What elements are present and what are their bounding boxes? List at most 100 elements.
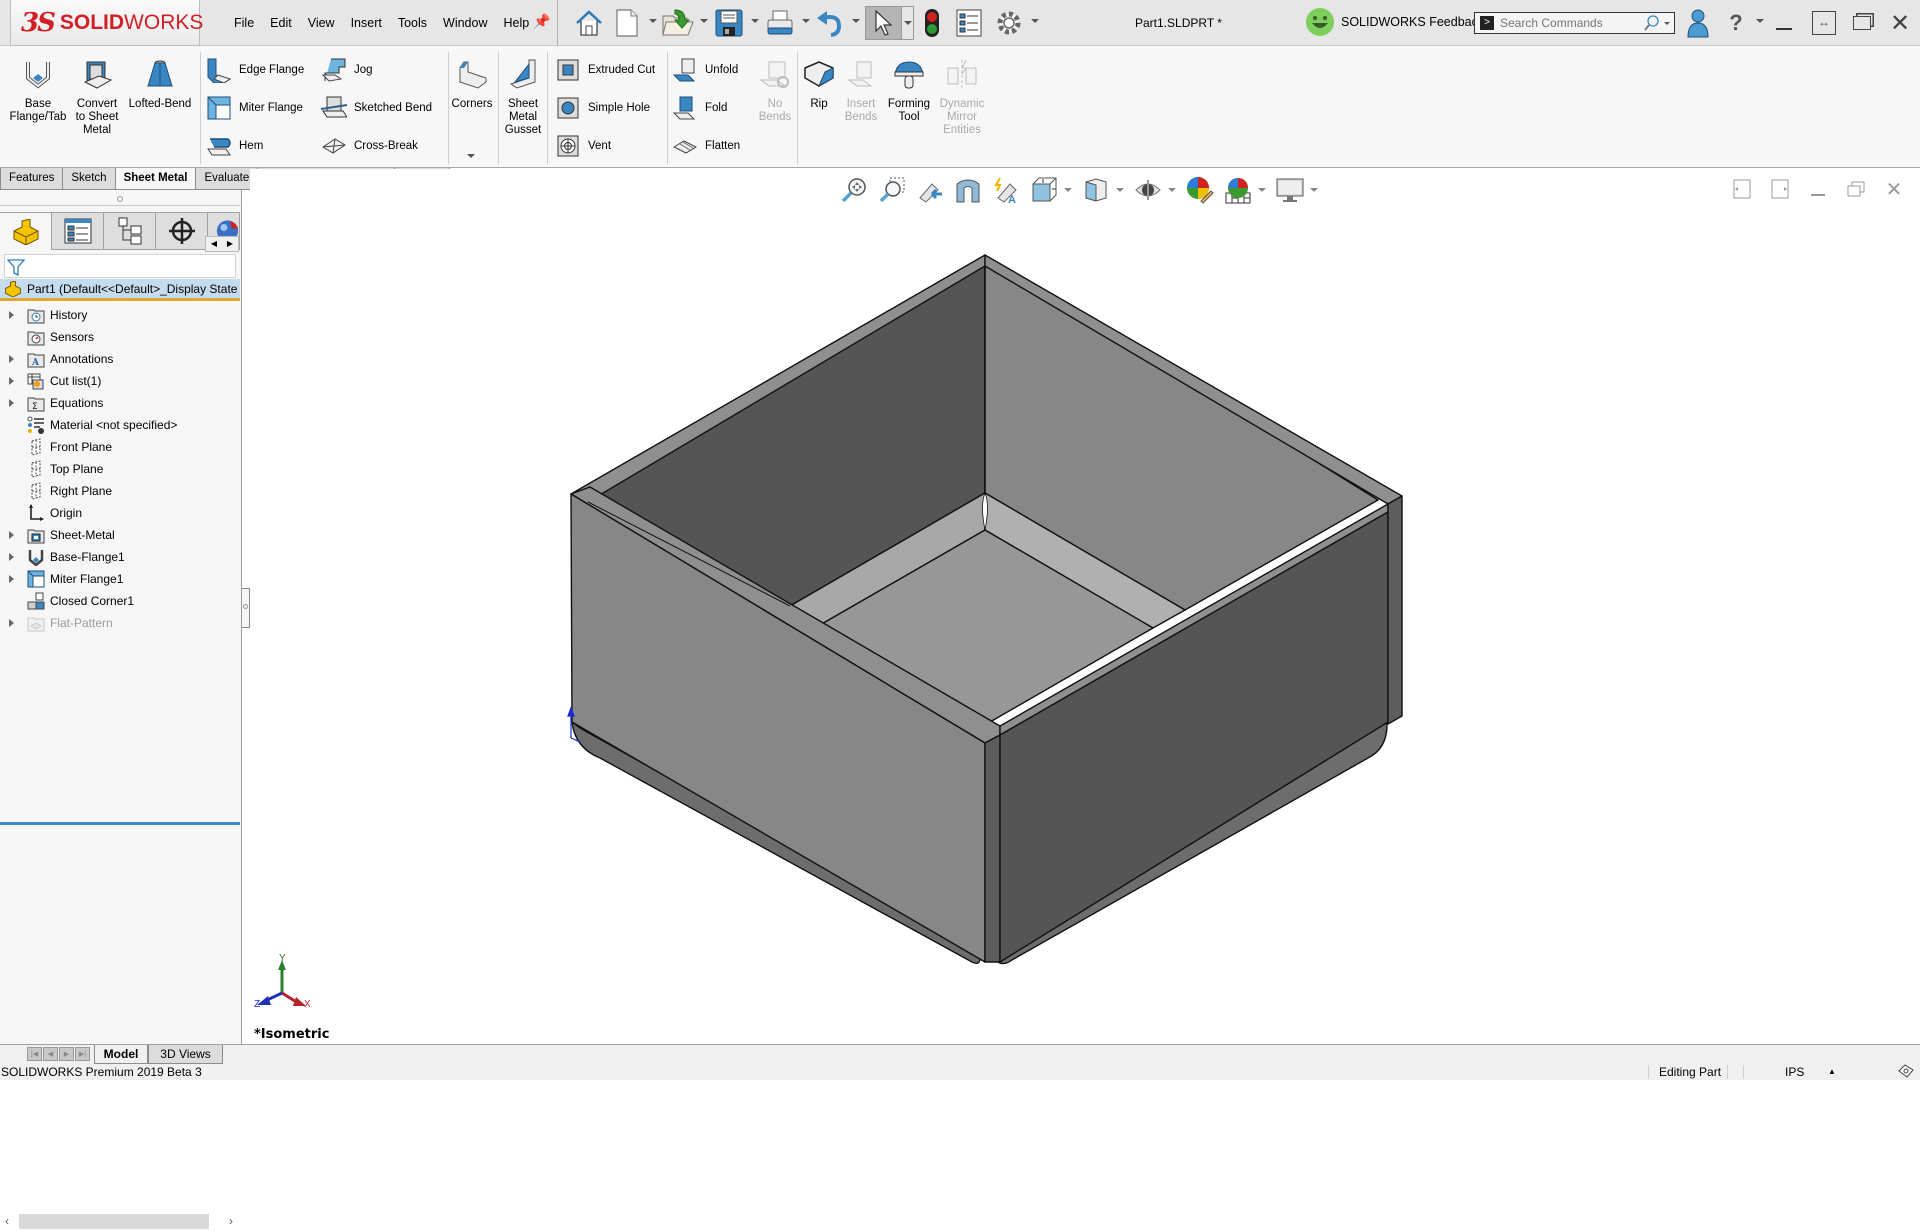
rebuild-button[interactable] bbox=[923, 7, 941, 39]
tree-item-sensors[interactable]: Sensors bbox=[0, 326, 240, 348]
convert-to-sheet-metal-button[interactable]: Convert to Sheet Metal bbox=[71, 58, 123, 137]
minimize-button[interactable] bbox=[1768, 8, 1800, 38]
extruded-cut-button[interactable]: Extruded Cut bbox=[555, 56, 655, 84]
menu-edit[interactable]: Edit bbox=[262, 14, 300, 32]
zoom-to-fit-button[interactable] bbox=[838, 174, 870, 206]
menu-tools[interactable]: Tools bbox=[390, 14, 435, 32]
lofted-bend-button[interactable]: Lofted-Bend bbox=[126, 58, 194, 111]
search-icon[interactable] bbox=[1644, 15, 1660, 31]
save-dropdown[interactable] bbox=[751, 19, 759, 23]
section-view-button[interactable] bbox=[952, 174, 984, 206]
viewport-collapse-right-button[interactable] bbox=[1769, 178, 1791, 200]
search-commands-input[interactable] bbox=[1500, 16, 1640, 30]
options-dropdown[interactable] bbox=[1031, 19, 1039, 23]
tree-item-material-not-specified[interactable]: Material <not specified> bbox=[0, 414, 240, 436]
expand-arrow-icon[interactable] bbox=[9, 575, 14, 583]
tree-item-base-flange1[interactable]: Base-Flange1 bbox=[0, 546, 240, 568]
open-dropdown[interactable] bbox=[700, 19, 708, 23]
edit-appearance-button[interactable] bbox=[1184, 174, 1216, 206]
miter-flange-button[interactable]: Miter Flange bbox=[206, 94, 303, 122]
no-bends-button[interactable]: No Bends bbox=[757, 58, 793, 124]
corners-button[interactable]: Corners bbox=[451, 58, 493, 111]
configurationmanager-tab[interactable] bbox=[104, 212, 156, 250]
viewport-restore-button[interactable] bbox=[1845, 178, 1867, 200]
next-tab-icon[interactable]: ▶ bbox=[59, 1047, 74, 1061]
view-settings-dropdown[interactable] bbox=[1310, 188, 1318, 192]
display-style-button[interactable] bbox=[1080, 174, 1112, 206]
select-dropdown[interactable] bbox=[902, 6, 914, 40]
tree-filter-box[interactable] bbox=[4, 254, 236, 278]
tab-3d-views[interactable]: 3D Views bbox=[148, 1045, 223, 1064]
graphics-area[interactable]: Y X Z bbox=[250, 169, 1920, 1044]
tab-features[interactable]: Features bbox=[0, 168, 64, 190]
search-dropdown[interactable] bbox=[1664, 21, 1670, 25]
tree-item-origin[interactable]: Origin bbox=[0, 502, 240, 524]
status-popup-icon[interactable] bbox=[1897, 1063, 1915, 1083]
tab-sketch[interactable]: Sketch bbox=[63, 168, 116, 190]
tree-item-miter-flange1[interactable]: Miter Flange1 bbox=[0, 568, 240, 590]
vent-button[interactable]: Vent bbox=[555, 132, 611, 160]
viewport-close-button[interactable]: ✕ bbox=[1883, 178, 1905, 201]
expand-arrow-icon[interactable] bbox=[9, 355, 14, 363]
tree-item-sheet-metal[interactable]: Sheet-Metal bbox=[0, 524, 240, 546]
model-viewport[interactable]: Y X Z bbox=[250, 169, 1920, 1044]
dimxpertmanager-tab[interactable] bbox=[156, 212, 208, 250]
expand-arrow-icon[interactable] bbox=[9, 619, 14, 627]
menu-view[interactable]: View bbox=[300, 14, 343, 32]
menu-file[interactable]: File bbox=[226, 14, 262, 32]
menu-window[interactable]: Window bbox=[435, 14, 495, 32]
sheet-metal-box-model[interactable] bbox=[570, 254, 1403, 965]
tab-scroll-arrows[interactable]: ◀ ▶ bbox=[205, 236, 239, 252]
menu-insert[interactable]: Insert bbox=[343, 14, 390, 32]
previous-view-button[interactable] bbox=[914, 174, 946, 206]
unfold-button[interactable]: Unfold bbox=[672, 56, 738, 84]
tree-item-annotations[interactable]: A Annotations bbox=[0, 348, 240, 370]
sketched-bend-button[interactable]: Sketched Bend bbox=[321, 94, 432, 122]
user-account-button[interactable] bbox=[1682, 8, 1714, 38]
select-button[interactable] bbox=[865, 6, 902, 40]
fold-button[interactable]: Fold bbox=[672, 94, 727, 122]
dynamic-annotation-views-button[interactable]: A bbox=[990, 174, 1022, 206]
display-style-dropdown[interactable] bbox=[1116, 188, 1124, 192]
tab-sheet-metal[interactable]: Sheet Metal bbox=[115, 168, 197, 190]
scrollbar-thumb[interactable] bbox=[19, 1214, 209, 1229]
solidworks-logo[interactable]: 3S SOLID WORKS bbox=[10, 0, 203, 46]
view-settings-button[interactable] bbox=[1274, 174, 1306, 206]
tab-model[interactable]: Model bbox=[94, 1045, 148, 1064]
forming-tool-button[interactable]: Forming Tool bbox=[884, 58, 934, 124]
new-document-button[interactable] bbox=[614, 7, 640, 39]
dynamic-mirror-entities-button[interactable]: Dynamic Mirror Entities bbox=[936, 58, 988, 137]
help-button[interactable]: ? bbox=[1720, 8, 1752, 38]
propertymanager-tab[interactable] bbox=[52, 212, 104, 250]
tree-item-closed-corner1[interactable]: Closed Corner1 bbox=[0, 590, 240, 612]
expand-arrow-icon[interactable] bbox=[9, 399, 14, 407]
undo-button[interactable] bbox=[815, 7, 845, 39]
tree-item-equations[interactable]: Σ Equations bbox=[0, 392, 240, 414]
horizontal-scrollbar[interactable]: ‹ › bbox=[2, 1213, 240, 1231]
view-orientation-button[interactable] bbox=[1028, 174, 1060, 206]
open-button[interactable] bbox=[661, 7, 695, 39]
search-commands-box[interactable]: > bbox=[1474, 12, 1675, 34]
hem-button[interactable]: Hem bbox=[206, 132, 263, 160]
viewport-collapse-left-button[interactable] bbox=[1731, 178, 1753, 200]
simple-hole-button[interactable]: Simple Hole bbox=[555, 94, 650, 122]
apply-scene-button[interactable] bbox=[1222, 174, 1254, 206]
viewport-minimize-button[interactable] bbox=[1807, 178, 1829, 200]
rip-button[interactable]: Rip bbox=[802, 58, 836, 111]
tree-item-top-plane[interactable]: Top Plane bbox=[0, 458, 240, 480]
solidworks-feedback-button[interactable]: SOLIDWORKS Feedback bbox=[1305, 7, 1484, 37]
tree-item-right-plane[interactable]: Right Plane bbox=[0, 480, 240, 502]
file-properties-button[interactable] bbox=[956, 7, 982, 39]
expand-arrow-icon[interactable] bbox=[9, 377, 14, 385]
expand-arrow-icon[interactable] bbox=[9, 553, 14, 561]
scroll-left-icon[interactable]: ◀ bbox=[206, 237, 222, 251]
previous-tab-icon[interactable]: ◀ bbox=[43, 1047, 58, 1061]
corners-dropdown[interactable] bbox=[467, 154, 475, 158]
tree-root-part1[interactable]: Part1 (Default<<Default>_Display State bbox=[0, 279, 240, 301]
jog-button[interactable]: Jog bbox=[321, 56, 373, 84]
edge-flange-button[interactable]: Edge Flange bbox=[206, 56, 304, 84]
sheet-metal-gusset-button[interactable]: Sheet Metal Gusset bbox=[502, 58, 544, 137]
expand-arrow-icon[interactable] bbox=[9, 531, 14, 539]
scroll-right-icon[interactable]: ▶ bbox=[222, 237, 238, 251]
home-button[interactable] bbox=[574, 7, 604, 39]
